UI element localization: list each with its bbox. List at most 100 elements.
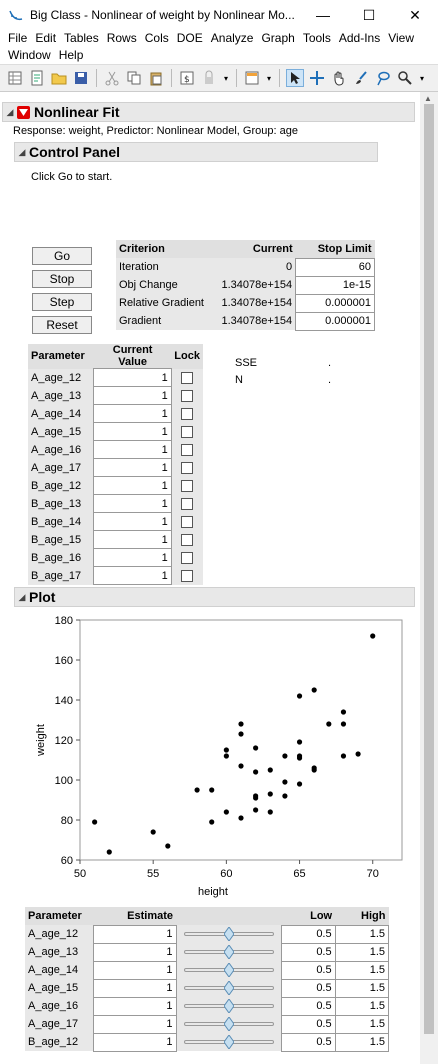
current-value-field[interactable]: 1 bbox=[93, 530, 172, 549]
lasso-tool-icon[interactable] bbox=[374, 69, 392, 87]
lock-checkbox[interactable] bbox=[181, 515, 194, 528]
data-point[interactable] bbox=[311, 687, 317, 693]
data-point[interactable] bbox=[238, 731, 244, 737]
estimate-slider[interactable] bbox=[183, 944, 274, 960]
dropdown-arrow-icon[interactable]: ▾ bbox=[265, 69, 273, 87]
estimate-slider[interactable] bbox=[183, 962, 274, 978]
menu-help[interactable]: Help bbox=[55, 47, 88, 64]
close-button[interactable]: ✕ bbox=[392, 0, 438, 30]
data-point[interactable] bbox=[253, 793, 259, 799]
lock-checkbox[interactable] bbox=[181, 479, 194, 492]
paste-icon[interactable] bbox=[147, 69, 165, 87]
data-point[interactable] bbox=[370, 633, 376, 639]
data-point[interactable] bbox=[296, 753, 303, 759]
low-field[interactable]: 0.5 bbox=[281, 1032, 336, 1052]
estimate-slider[interactable] bbox=[183, 926, 274, 942]
data-point[interactable] bbox=[253, 769, 259, 775]
save-icon[interactable] bbox=[72, 69, 90, 87]
arrow-tool-icon[interactable] bbox=[286, 69, 304, 87]
current-value-field[interactable]: 1 bbox=[93, 404, 172, 423]
slider-thumb[interactable] bbox=[223, 980, 235, 996]
stop-limit-field[interactable]: 1e-15 bbox=[295, 275, 375, 295]
data-point[interactable] bbox=[282, 779, 288, 785]
menu-file[interactable]: File bbox=[4, 30, 31, 47]
open-folder-icon[interactable] bbox=[50, 69, 68, 87]
data-point[interactable] bbox=[355, 751, 361, 757]
plot-header[interactable]: ◢ Plot bbox=[14, 587, 415, 607]
lock-checkbox[interactable] bbox=[181, 425, 194, 438]
current-value-field[interactable]: 1 bbox=[93, 458, 172, 477]
current-value-field[interactable]: 1 bbox=[93, 422, 172, 441]
lock-checkbox[interactable] bbox=[181, 569, 194, 582]
scroll-up-icon[interactable]: ▲ bbox=[424, 94, 432, 103]
estimate-field[interactable]: 1 bbox=[92, 996, 177, 1016]
stop-limit-field[interactable]: 60 bbox=[295, 257, 375, 277]
current-value-field[interactable]: 1 bbox=[93, 476, 172, 495]
data-point[interactable] bbox=[209, 819, 215, 825]
data-point[interactable] bbox=[340, 753, 347, 759]
vertical-scrollbar[interactable]: ▲ bbox=[420, 92, 438, 1064]
data-point[interactable] bbox=[106, 849, 112, 855]
current-value-field[interactable]: 1 bbox=[93, 494, 172, 513]
data-point[interactable] bbox=[223, 753, 229, 759]
copy-icon[interactable] bbox=[125, 69, 143, 87]
high-field[interactable]: 1.5 bbox=[334, 924, 390, 944]
slider-thumb[interactable] bbox=[223, 1034, 235, 1050]
estimate-field[interactable]: 1 bbox=[92, 924, 177, 944]
data-point[interactable] bbox=[209, 787, 215, 793]
slider-thumb[interactable] bbox=[223, 1016, 235, 1032]
grabber-hand-icon[interactable] bbox=[330, 69, 348, 87]
low-field[interactable]: 0.5 bbox=[281, 960, 336, 980]
lock-checkbox[interactable] bbox=[181, 461, 194, 474]
high-field[interactable]: 1.5 bbox=[334, 942, 390, 962]
disclosure-icon[interactable]: ◢ bbox=[3, 107, 17, 118]
maximize-button[interactable]: ☐ bbox=[346, 0, 392, 30]
estimate-slider[interactable] bbox=[183, 1034, 274, 1050]
menu-graph[interactable]: Graph bbox=[257, 30, 298, 47]
disclosure-icon[interactable]: ◢ bbox=[15, 592, 29, 603]
disclosure-icon[interactable]: ◢ bbox=[15, 147, 29, 158]
dropdown-arrow-icon[interactable]: ▾ bbox=[222, 69, 230, 87]
data-point[interactable] bbox=[282, 753, 288, 759]
data-grid-icon[interactable] bbox=[243, 69, 261, 87]
menu-edit[interactable]: Edit bbox=[31, 30, 60, 47]
data-point[interactable] bbox=[267, 767, 273, 773]
step-button[interactable]: Step bbox=[32, 293, 92, 311]
current-value-field[interactable]: 1 bbox=[93, 566, 172, 585]
menu-view[interactable]: View bbox=[384, 30, 418, 47]
reset-button[interactable]: Reset bbox=[32, 316, 92, 334]
current-value-field[interactable]: 1 bbox=[93, 368, 172, 387]
data-point[interactable] bbox=[223, 809, 229, 815]
high-field[interactable]: 1.5 bbox=[334, 978, 390, 998]
current-value-field[interactable]: 1 bbox=[93, 512, 172, 531]
data-point[interactable] bbox=[238, 763, 244, 769]
lock-checkbox[interactable] bbox=[181, 443, 194, 456]
data-point[interactable] bbox=[340, 709, 347, 715]
minimize-button[interactable]: — bbox=[300, 0, 346, 30]
scroll-thumb[interactable] bbox=[424, 104, 434, 1034]
current-value-field[interactable]: 1 bbox=[93, 386, 172, 405]
current-value-field[interactable]: 1 bbox=[93, 440, 172, 459]
slider-thumb[interactable] bbox=[223, 926, 235, 942]
data-point[interactable] bbox=[296, 781, 303, 787]
lock-checkbox[interactable] bbox=[181, 533, 194, 546]
estimate-field[interactable]: 1 bbox=[92, 978, 177, 998]
low-field[interactable]: 0.5 bbox=[281, 996, 336, 1016]
lock-checkbox[interactable] bbox=[181, 497, 194, 510]
lock-checkbox[interactable] bbox=[181, 371, 194, 384]
data-point[interactable] bbox=[253, 745, 259, 751]
data-point[interactable] bbox=[150, 829, 156, 835]
estimate-field[interactable]: 1 bbox=[92, 942, 177, 962]
lock-checkbox[interactable] bbox=[181, 389, 194, 402]
lock-checkbox[interactable] bbox=[181, 551, 194, 564]
data-point[interactable] bbox=[165, 843, 171, 849]
menu-add-ins[interactable]: Add-Ins bbox=[335, 30, 384, 47]
estimate-slider[interactable] bbox=[183, 998, 274, 1014]
high-field[interactable]: 1.5 bbox=[334, 1014, 390, 1034]
go-button[interactable]: Go bbox=[32, 247, 92, 265]
slider-thumb[interactable] bbox=[223, 944, 235, 960]
estimate-slider[interactable] bbox=[183, 980, 274, 996]
estimate-field[interactable]: 1 bbox=[92, 1014, 177, 1034]
estimate-slider[interactable] bbox=[183, 1016, 274, 1032]
lock-checkbox[interactable] bbox=[181, 407, 194, 420]
